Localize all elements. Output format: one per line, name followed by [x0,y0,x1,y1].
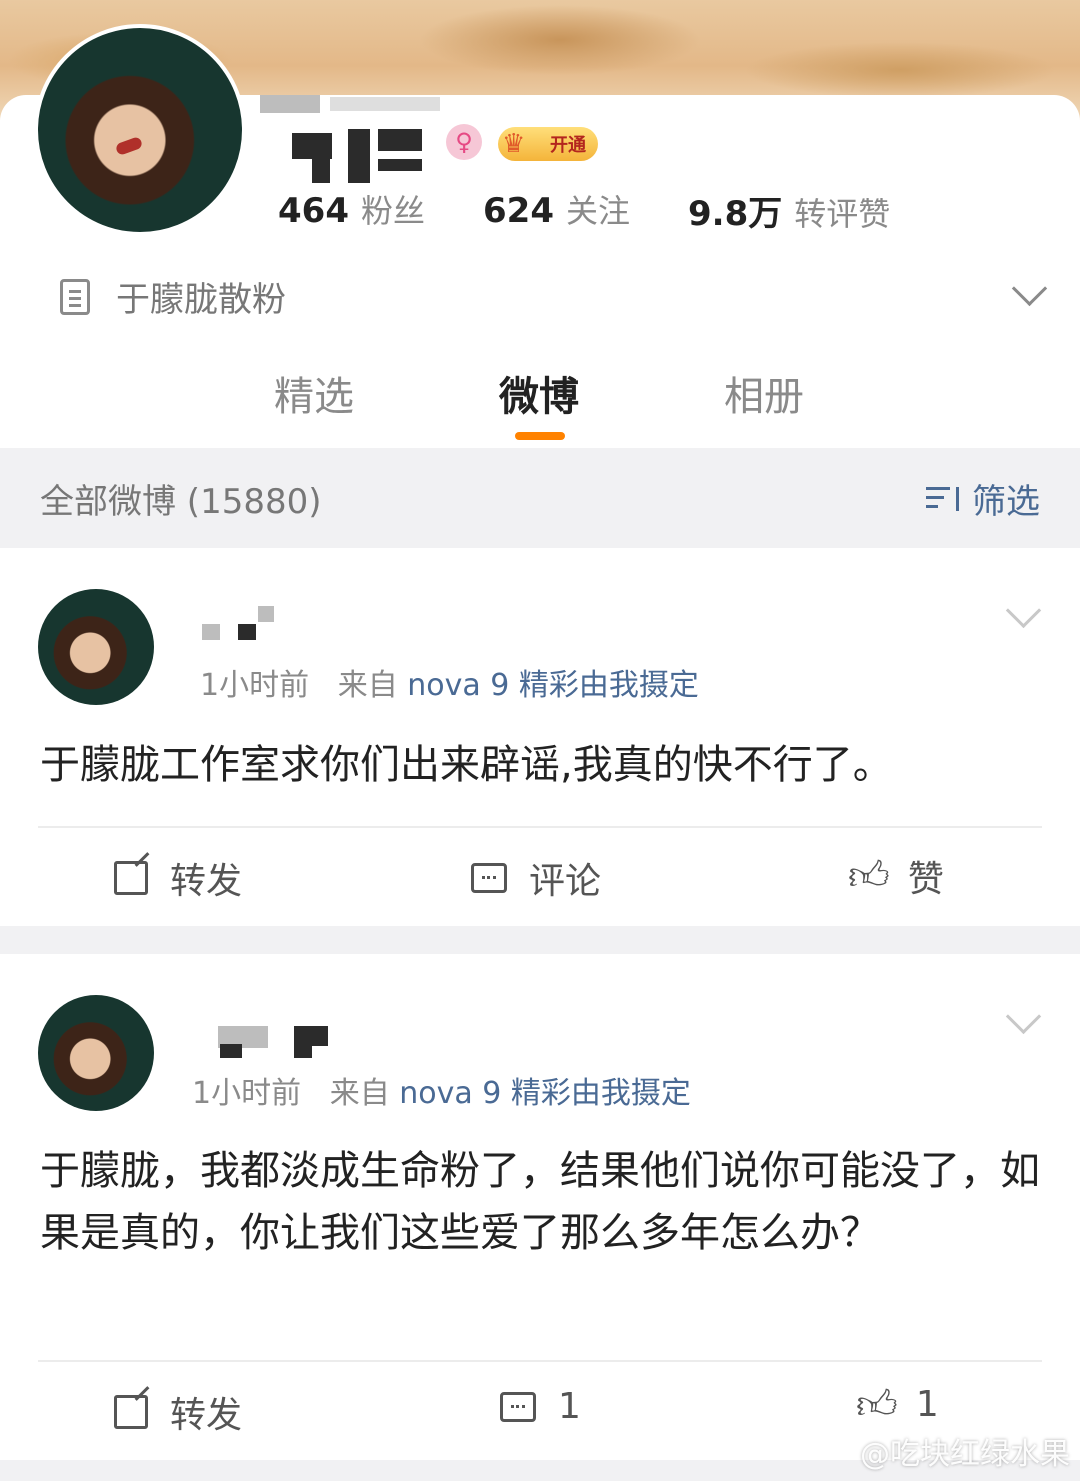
post-card[interactable]: 1小时前 来自 nova 9 精彩由我摄定 于朦胧工作室求你们出来辟谣,我真的快… [0,548,1080,926]
stat-following[interactable]: 624 关注 [483,186,630,235]
comment-icon [471,863,507,893]
chevron-down-icon[interactable] [1005,998,1042,1035]
stat-number: 624 [483,191,554,231]
comment-count: 1 [558,1386,581,1427]
post-from-prefix: 来自 [337,668,398,703]
stat-interactions[interactable]: 9.8万 转评赞 [688,186,890,235]
repost-icon [114,861,148,895]
chevron-down-icon[interactable] [1005,592,1042,629]
all-posts-count: 全部微博 (15880) [40,481,322,522]
repost-button[interactable]: 转发 [114,852,242,904]
filter-bar: 全部微博 (15880) 筛选 [0,448,1080,548]
tab-featured[interactable]: 精选 [274,364,354,422]
active-tab-indicator [515,432,565,440]
profile-intro[interactable]: 于朦胧散粉 [60,272,286,321]
watermark-text: @吃块红绿水果 [860,1437,1070,1472]
repost-icon [114,1395,148,1429]
post-from-prefix: 来自 [329,1076,390,1111]
comment-button[interactable]: 1 [500,1386,581,1427]
profile-avatar[interactable] [34,24,246,236]
comment-label: 评论 [529,861,602,902]
divider [38,1360,1042,1362]
crown-icon: ♛ [502,129,526,159]
post-text: 于朦胧，我都淡成生命粉了，结果他们说你可能没了，如果是真的，你让我们这些爱了那么… [40,1148,1040,1256]
post-separator [0,926,1080,954]
comment-icon [500,1391,536,1422]
like-label: 赞 [907,859,944,900]
post-source[interactable]: nova 9 精彩由我摄定 [399,1076,691,1111]
post-source[interactable]: nova 9 精彩由我摄定 [407,668,699,703]
post-card[interactable]: 1小时前 来自 nova 9 精彩由我摄定 于朦胧，我都淡成生命粉了，结果他们说… [0,954,1080,1460]
stat-fans[interactable]: 464 粉丝 [278,186,425,235]
stat-label: 转评赞 [794,195,891,233]
avatar[interactable] [38,589,154,705]
vip-label: 开通 [550,135,586,156]
intro-text: 于朦胧散粉 [116,280,286,320]
filter-icon [926,483,964,513]
post-time: 1小时前 [192,1076,302,1111]
tab-weibo[interactable]: 微博 [499,364,579,422]
stat-number: 9.8万 [688,194,783,234]
divider [38,826,1042,828]
female-icon: ♀ [446,124,482,160]
post-text: 于朦胧工作室求你们出来辟谣,我真的快不行了。 [40,742,893,788]
like-count: 1 [915,1384,939,1425]
post-meta: 1小时前 来自 nova 9 精彩由我摄定 [200,660,699,704]
repost-button[interactable]: 转发 [114,1386,242,1438]
document-icon [60,278,90,315]
profile-stats: 464 粉丝 624 关注 9.8万 转评赞 [278,186,948,235]
stat-number: 464 [278,191,349,231]
repost-label: 转发 [170,1395,243,1436]
comment-button[interactable]: 评论 [471,852,601,904]
like-button[interactable]: 👍︎ 赞 [848,850,944,902]
thumbs-up-icon: 👍︎ [848,853,890,899]
like-button[interactable]: 👍︎ 1 [856,1384,939,1425]
post-time: 1小时前 [200,668,310,703]
vip-open-button[interactable]: ♛ 开通 [498,127,598,161]
filter-label: 筛选 [972,481,1040,522]
post-meta: 1小时前 来自 nova 9 精彩由我摄定 [192,1068,691,1112]
stat-label: 粉丝 [360,192,425,230]
stat-label: 关注 [565,192,630,230]
thumbs-up-icon: 👍︎ [856,1381,898,1428]
avatar[interactable] [38,995,154,1111]
filter-button[interactable]: 筛选 [926,474,1040,523]
tab-album[interactable]: 相册 [724,364,804,422]
repost-label: 转发 [170,861,243,902]
